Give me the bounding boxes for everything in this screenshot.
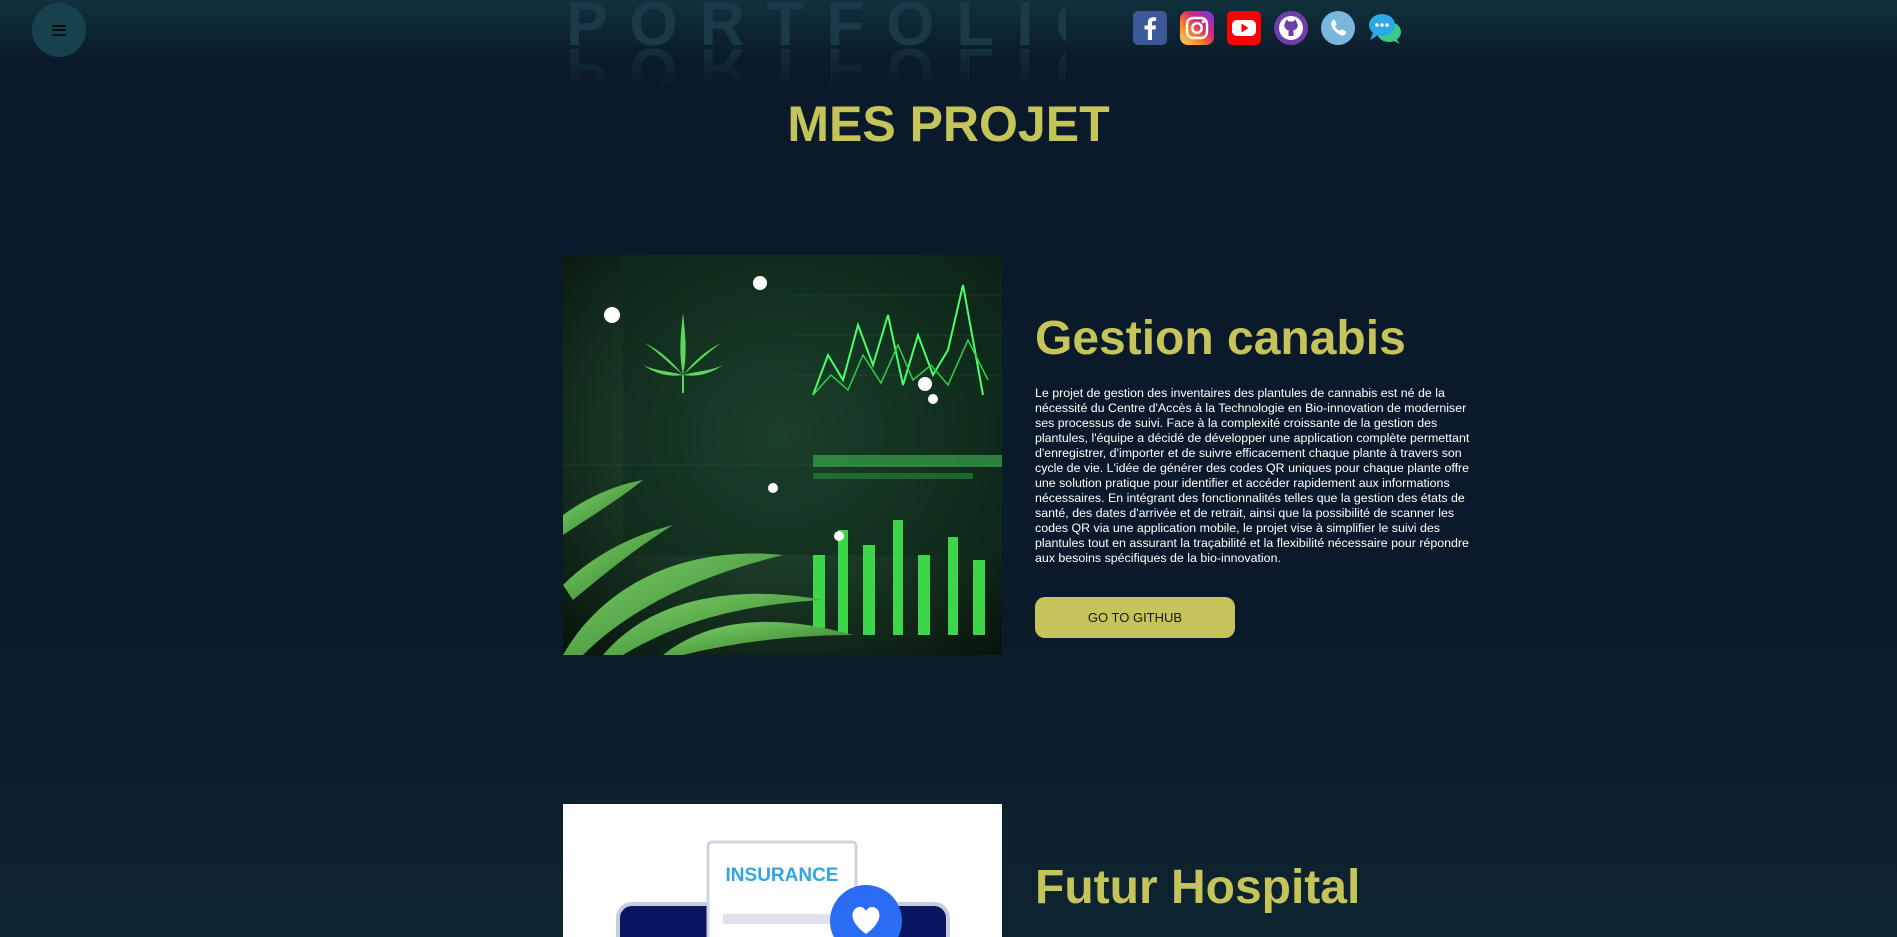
insurance-label: INSURANCE xyxy=(725,865,839,886)
instagram-icon[interactable] xyxy=(1180,11,1214,45)
hamburger-menu-icon xyxy=(52,24,66,36)
youtube-icon[interactable] xyxy=(1227,11,1261,45)
portfolio-logo: PORTFOLIO PORTFOLIO xyxy=(566,0,1066,94)
facebook-icon[interactable] xyxy=(1133,11,1167,45)
project-image-gestion-canabis xyxy=(563,255,1002,655)
project-description: Le projet de gestion des inventaires des… xyxy=(1035,386,1470,565)
chat-icon[interactable] xyxy=(1368,11,1402,45)
social-links xyxy=(1133,11,1402,45)
project-title: Gestion canabis xyxy=(1035,312,1406,365)
section-title: MES PROJET xyxy=(787,96,1110,152)
go-to-github-button[interactable]: GO TO GITHUB xyxy=(1035,597,1235,638)
project-title-futur-hospital: Futur Hospital xyxy=(1035,861,1361,914)
logo-reflection: PORTFOLIO xyxy=(566,35,1066,94)
menu-button[interactable] xyxy=(32,3,86,57)
github-icon[interactable] xyxy=(1274,11,1308,45)
phone-icon[interactable] xyxy=(1321,11,1355,45)
